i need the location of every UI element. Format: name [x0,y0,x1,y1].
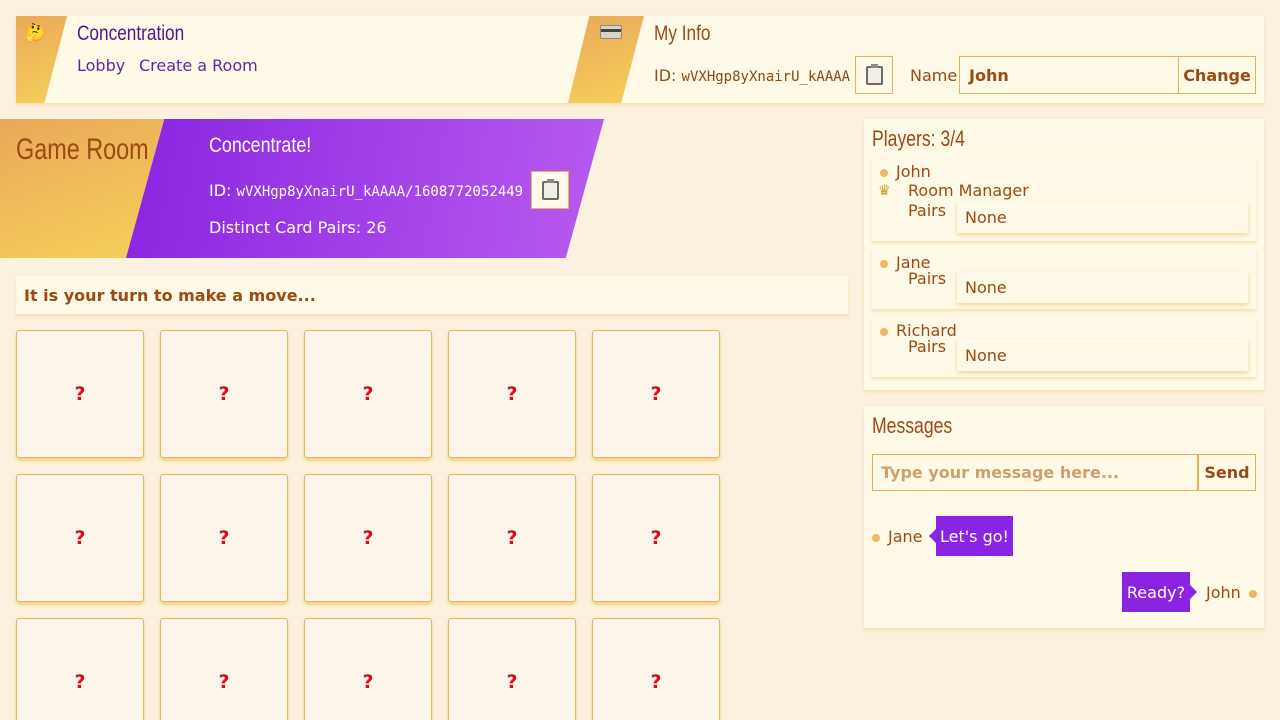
card[interactable]: ? [160,618,288,720]
my-info-panel: My Info ID: wVXHgp8yXnairU_kAAAA Name Jo… [568,16,1264,103]
player-status-dot [880,260,888,268]
card[interactable]: ? [16,474,144,602]
room-name: Concentrate! [209,134,312,157]
player-role: Room Manager [908,181,1029,200]
card[interactable]: ? [592,618,720,720]
player-status-dot [880,328,888,336]
players-panel: Players: 3/4 John ♛ Room Manager Pairs N… [864,119,1264,390]
turn-status: It is your turn to make a move... [16,276,848,314]
nav-lobby[interactable]: Lobby [77,56,125,75]
card[interactable]: ? [448,474,576,602]
message-sender: John [1206,583,1241,602]
card[interactable]: ? [16,618,144,720]
player-status-dot [880,169,888,177]
name-label: Name [910,66,958,85]
my-info-title: My Info [654,22,711,45]
card[interactable]: ? [448,618,576,720]
distinct-pairs: Distinct Card Pairs: 26 [209,218,387,237]
name-input[interactable]: John [959,56,1179,94]
card[interactable]: ? [304,330,432,458]
players-title: Players: 3/4 [872,126,965,151]
message-bubble: Let's go! [929,516,1013,556]
app-title: Concentration [77,22,185,45]
card[interactable]: ? [304,474,432,602]
pairs-label: Pairs [908,201,947,220]
clipboard-icon [865,63,883,85]
sender-dot [872,534,880,542]
clipboard-icon [541,178,559,200]
player-pairs: None [957,201,1248,233]
message-input[interactable]: Type your message here... [872,454,1198,491]
message-sender: Jane [888,527,923,546]
my-id-row: ID: wVXHgp8yXnairU_kAAAA [654,66,850,85]
crown-icon: ♛ [878,183,891,199]
pairs-label: Pairs [908,269,947,288]
copy-room-id-button[interactable] [531,171,569,209]
change-name-button[interactable]: Change [1178,56,1256,94]
player-card: Richard Pairs None [872,317,1256,377]
player-pairs: None [957,271,1248,303]
card[interactable]: ? [448,330,576,458]
player-name: John [896,162,931,181]
player-card: John ♛ Room Manager Pairs None [872,156,1256,241]
card[interactable]: ? [592,474,720,602]
card[interactable]: ? [160,474,288,602]
id-label: ID: [654,66,677,85]
messages-title: Messages [872,413,953,438]
card[interactable]: ? [304,618,432,720]
pairs-label: Pairs [908,337,947,356]
copy-my-id-button[interactable] [855,56,893,94]
message-bubble: Ready? [1122,572,1197,612]
app-header: 🤔 Concentration Lobby Create a Room [16,16,600,103]
room-id-row: ID: wVXHgp8yXnairU_kAAAA/1608772052449 [209,181,523,200]
player-pairs: None [957,339,1248,371]
messages-panel: Messages Type your message here... Send … [864,406,1264,628]
card[interactable]: ? [16,330,144,458]
sender-dot [1249,590,1257,598]
room-id-label: ID: [209,181,232,200]
send-button[interactable]: Send [1198,454,1256,491]
game-room-title: Game Room [16,133,149,166]
player-card: Jane Pairs None [872,249,1256,309]
nav-create-room[interactable]: Create a Room [139,56,258,75]
card[interactable]: ? [160,330,288,458]
card[interactable]: ? [592,330,720,458]
room-id-value: wVXHgp8yXnairU_kAAAA/1608772052449 [236,184,524,200]
my-id-value: wVXHgp8yXnairU_kAAAA [681,69,851,85]
thinking-face-icon: 🤔 [25,23,47,43]
id-card-icon [600,25,622,39]
